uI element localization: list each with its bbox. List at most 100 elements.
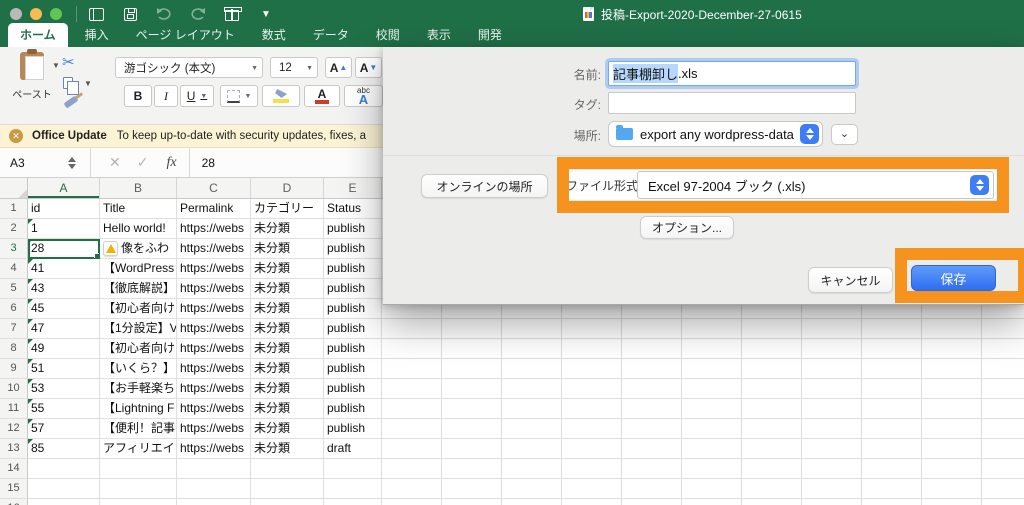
cell[interactable]: 【徹底解説】 [100, 279, 177, 299]
cut-icon[interactable]: ✂ [62, 53, 75, 71]
cell[interactable] [100, 479, 177, 499]
cell[interactable]: publish [324, 299, 382, 319]
cell[interactable]: https://webs [177, 339, 251, 359]
cell[interactable]: 未分類 [251, 299, 324, 319]
row-header-12[interactable]: 12 [0, 419, 28, 439]
cell[interactable]: draft [324, 439, 382, 459]
cell[interactable] [28, 499, 100, 505]
cell[interactable]: 未分類 [251, 239, 324, 259]
cell[interactable] [324, 479, 382, 499]
row-header-13[interactable]: 13 [0, 439, 28, 459]
cell[interactable]: https://webs [177, 359, 251, 379]
close-window-button[interactable] [10, 8, 22, 20]
tab-2[interactable]: 挿入 [75, 24, 119, 47]
cell[interactable] [100, 459, 177, 479]
cell[interactable]: 41 [28, 259, 100, 279]
row-header-15[interactable]: 15 [0, 479, 28, 499]
row-header-9[interactable]: 9 [0, 359, 28, 379]
tab-5[interactable]: データ [303, 24, 359, 47]
cell[interactable]: publish [324, 339, 382, 359]
cell[interactable]: 未分類 [251, 399, 324, 419]
row-header-2[interactable]: 2 [0, 219, 28, 239]
font-color-button[interactable]: A [304, 85, 340, 107]
cancel-button[interactable]: キャンセル [808, 267, 893, 293]
row-header-8[interactable]: 8 [0, 339, 28, 359]
cell[interactable]: 未分類 [251, 439, 324, 459]
tags-input[interactable] [608, 92, 856, 114]
cell[interactable]: Status [324, 199, 382, 219]
font-name-select[interactable]: 游ゴシック (本文) ▼ [115, 57, 263, 78]
cell[interactable] [28, 479, 100, 499]
paste-dropdown-icon[interactable]: ▼ [52, 61, 60, 70]
cell[interactable]: 28 [28, 239, 100, 259]
column-header-A[interactable]: A [28, 178, 100, 198]
select-all-button[interactable] [0, 178, 28, 198]
cell[interactable]: https://webs [177, 319, 251, 339]
cell[interactable]: アフィリエイ [100, 439, 177, 459]
borders-button[interactable]: ▼ [220, 85, 258, 107]
cell[interactable]: publish [324, 219, 382, 239]
cell[interactable] [100, 499, 177, 505]
cell[interactable]: 49 [28, 339, 100, 359]
cell[interactable]: https://webs [177, 399, 251, 419]
text-effects-button[interactable]: abc A [344, 85, 383, 107]
options-button[interactable]: オプション... [640, 216, 734, 239]
copy-dropdown-icon[interactable]: ▼ [84, 79, 92, 88]
bold-button[interactable]: B [124, 85, 152, 107]
zoom-window-button[interactable] [50, 8, 62, 20]
name-box[interactable]: A3 [0, 156, 62, 170]
cell[interactable]: publish [324, 359, 382, 379]
tab-3[interactable]: ページ レイアウト [126, 24, 245, 47]
paste-button[interactable]: ペースト [8, 49, 56, 101]
cell[interactable]: 1 [28, 219, 100, 239]
cell[interactable] [177, 499, 251, 505]
cell[interactable]: 45 [28, 299, 100, 319]
save-icon[interactable] [121, 6, 139, 22]
filename-input[interactable]: 記事棚卸し .xls [608, 61, 856, 86]
cell[interactable]: カテゴリー [251, 199, 324, 219]
cell[interactable] [28, 459, 100, 479]
row-header-5[interactable]: 5 [0, 279, 28, 299]
gift-icon[interactable] [223, 6, 242, 22]
expand-dialog-button[interactable]: ⌄ [831, 124, 858, 145]
cell[interactable]: publish [324, 419, 382, 439]
cell[interactable]: publish [324, 239, 382, 259]
cell[interactable]: https://webs [177, 419, 251, 439]
column-header-B[interactable]: B [100, 178, 177, 198]
insert-function-icon[interactable]: fx [166, 155, 176, 171]
italic-button[interactable]: I [154, 85, 178, 107]
cell[interactable]: 55 [28, 399, 100, 419]
cell[interactable]: publish [324, 379, 382, 399]
cell[interactable]: 未分類 [251, 279, 324, 299]
copy-icon[interactable] [63, 77, 79, 95]
cell[interactable]: 【WordPress [100, 259, 177, 279]
cell[interactable]: 未分類 [251, 419, 324, 439]
cell[interactable]: 未分類 [251, 259, 324, 279]
fill-color-button[interactable] [262, 85, 300, 107]
name-box-stepper[interactable] [68, 156, 76, 169]
format-painter-icon[interactable] [63, 95, 79, 109]
minimize-window-button[interactable] [30, 8, 42, 20]
cell[interactable]: 53 [28, 379, 100, 399]
cell[interactable]: 57 [28, 419, 100, 439]
cell[interactable]: 未分類 [251, 219, 324, 239]
cell[interactable]: 【Lightning F [100, 399, 177, 419]
row-header-11[interactable]: 11 [0, 399, 28, 419]
row-header-3[interactable]: 3 [0, 239, 28, 259]
row-header-16[interactable]: 16 [0, 499, 28, 505]
decrease-font-button[interactable]: A ▼ [355, 57, 382, 78]
cell[interactable]: 未分類 [251, 339, 324, 359]
row-header-14[interactable]: 14 [0, 459, 28, 479]
cell[interactable]: https://webs [177, 239, 251, 259]
column-header-E[interactable]: E [324, 178, 382, 198]
cell[interactable]: 85 [28, 439, 100, 459]
cell[interactable]: https://webs [177, 219, 251, 239]
cell[interactable]: https://webs [177, 259, 251, 279]
column-header-C[interactable]: C [177, 178, 251, 198]
redo-icon[interactable] [189, 6, 207, 22]
cell[interactable] [177, 479, 251, 499]
cell[interactable]: publish [324, 279, 382, 299]
cell[interactable]: publish [324, 399, 382, 419]
tab-4[interactable]: 数式 [252, 24, 296, 47]
cancel-entry-icon[interactable]: ✕ [109, 154, 121, 171]
